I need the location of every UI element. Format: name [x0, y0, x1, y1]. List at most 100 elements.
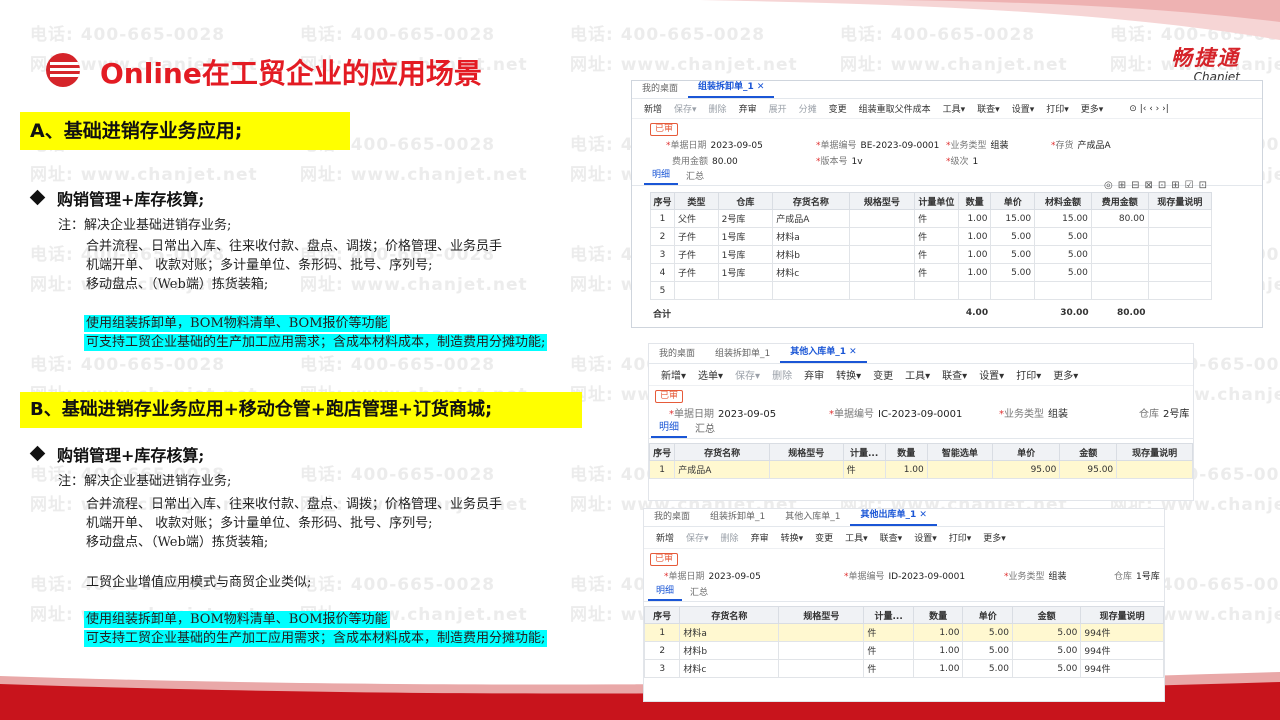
number-field[interactable]: *单据编号 IC-2023-09-0001	[829, 405, 999, 420]
tab-detail[interactable]: 明细	[644, 167, 679, 185]
tab-other-inbound[interactable]: 其他入库单_1	[775, 509, 850, 526]
section-b-line: 移动盘点、（Web端）拣货装箱;	[86, 535, 269, 550]
close-icon[interactable]: ✕	[919, 510, 927, 520]
date-field[interactable]: *单据日期 2023-09-05	[664, 569, 844, 582]
table-row[interactable]: 5	[650, 281, 1213, 300]
table-row[interactable]: 1 产成品A 件 1.00 95.00 95.00	[649, 460, 1193, 479]
more-menu[interactable]: 更多▾	[1075, 102, 1110, 115]
col-header: 仓库	[717, 192, 774, 210]
table-row[interactable]: 1 材料a 件 1.00 5.00 5.00 994件	[644, 623, 1164, 642]
tab-other-outbound[interactable]: 其他出库单_1 ✕	[850, 509, 937, 526]
tab-other-inbound[interactable]: 其他入库单_1 ✕	[780, 344, 867, 363]
level-field[interactable]: *级次 1	[946, 154, 978, 167]
tab-summary[interactable]: 汇总	[682, 585, 716, 601]
delete-button[interactable]: 删除	[703, 102, 733, 115]
col-header: 序号	[649, 443, 676, 461]
table-row[interactable]: 1 父件 2号库 产成品A 件 1.00 15.00 15.00 80.00	[650, 209, 1213, 228]
section-b-line: 合并流程、日常出入库、往来收付款、盘点、调拨；价格管理、业务员手	[86, 497, 503, 512]
table-row[interactable]: 4 子件 1号库 材料c 件 1.00 5.00 5.00	[650, 263, 1213, 282]
save-button[interactable]: 保存▾	[668, 102, 703, 115]
unapprove-button[interactable]: 弃审	[798, 367, 830, 382]
convert-menu[interactable]: 转换▾	[830, 367, 867, 382]
convert-menu[interactable]: 转换▾	[775, 531, 810, 544]
new-button[interactable]: 新增	[638, 102, 668, 115]
close-icon[interactable]: ✕	[757, 82, 765, 92]
tab-summary[interactable]: 汇总	[678, 169, 712, 185]
table-row[interactable]: 3 材料c 件 1.00 5.00 5.00 994件	[644, 659, 1164, 678]
query-menu[interactable]: 联查▾	[971, 102, 1006, 115]
select-menu[interactable]: 选单▾	[692, 367, 729, 382]
tab-assembly-order[interactable]: 组装拆卸单_1	[700, 509, 775, 526]
tab-assembly-order[interactable]: 组装拆卸单_1 ✕	[688, 81, 775, 98]
detail-tabs: 明细 汇总	[649, 421, 1193, 439]
print-menu[interactable]: 打印▾	[943, 531, 978, 544]
settings-menu[interactable]: 设置▾	[908, 531, 943, 544]
tab-desktop[interactable]: 我的桌面	[644, 509, 700, 526]
tools-menu[interactable]: 工具▾	[839, 531, 874, 544]
section-a-line: 机端开单、 收款对账；多计量单位、条形码、批号、序列号;	[86, 258, 433, 273]
section-a-highlight: 可支持工贸企业基础的生产加工应用需求；含成本材料成本，制造费用分摊功能;	[84, 334, 548, 351]
date-field[interactable]: *单据日期 2023-09-05	[669, 405, 829, 420]
business-type-field[interactable]: *业务类型 组装	[1004, 569, 1114, 582]
expand-button[interactable]: 展开	[763, 102, 793, 115]
grid-tool-icons[interactable]: ◎⊞⊟⊠⊡⊞☑⊡	[1104, 180, 1212, 191]
change-button[interactable]: 变更	[823, 102, 853, 115]
change-button[interactable]: 变更	[809, 531, 839, 544]
brand-name-cn: 畅捷通	[1171, 46, 1240, 70]
new-menu[interactable]: 新增▾	[655, 367, 692, 382]
tab-detail[interactable]: 明细	[648, 583, 683, 601]
version-field[interactable]: *版本号 1v	[816, 154, 946, 167]
table-row[interactable]: 2 材料b 件 1.00 5.00 5.00 994件	[644, 641, 1164, 660]
tools-menu[interactable]: 工具▾	[899, 367, 936, 382]
unapprove-button[interactable]: 弃审	[733, 102, 763, 115]
col-header: 计量...	[863, 606, 914, 624]
change-button[interactable]: 变更	[867, 367, 899, 382]
form-row: 费用金额 80.00 *版本号 1v *级次 1	[632, 152, 1262, 168]
warehouse-field[interactable]: 仓库 2号库	[1139, 405, 1189, 420]
assembly-order-window: 我的桌面 组装拆卸单_1 ✕ 新增 保存▾ 删除 弃审 展开 分摊 变更 组装重…	[631, 80, 1263, 328]
col-header: 计量单位	[914, 192, 959, 210]
close-icon[interactable]: ✕	[849, 347, 857, 357]
number-field[interactable]: *单据编号 BE-2023-09-0001	[816, 138, 946, 151]
section-b-highlight: 使用组装拆卸单，BOM物料清单、BOM报价等功能	[84, 611, 390, 628]
settings-menu[interactable]: 设置▾	[1006, 102, 1041, 115]
inventory-field[interactable]: *存货 产成品A	[1051, 138, 1111, 151]
tools-menu[interactable]: 工具▾	[937, 102, 972, 115]
col-header: 数量	[957, 192, 992, 210]
save-button[interactable]: 保存▾	[680, 531, 715, 544]
col-header: 现存量说明	[1080, 606, 1164, 624]
print-menu[interactable]: 打印▾	[1010, 367, 1047, 382]
save-button[interactable]: 保存▾	[729, 367, 766, 382]
business-type-field[interactable]: *业务类型 组装	[946, 138, 1051, 151]
fee-field[interactable]: 费用金额 80.00	[672, 154, 816, 167]
query-menu[interactable]: 联查▾	[936, 367, 973, 382]
more-menu[interactable]: 更多▾	[1047, 367, 1084, 382]
tab-detail[interactable]: 明细	[651, 420, 687, 438]
section-a-line: 合并流程、日常出入库、往来收付款、盘点、调拨；价格管理、业务员手	[86, 239, 503, 254]
table-row[interactable]: 2 子件 1号库 材料a 件 1.00 5.00 5.00	[650, 227, 1213, 246]
tab-assembly-order[interactable]: 组装拆卸单_1	[705, 346, 780, 363]
tab-summary[interactable]: 汇总	[687, 422, 723, 438]
nav-icons[interactable]: ⊙ |‹ ‹ › ›|	[1123, 104, 1174, 114]
more-menu[interactable]: 更多▾	[977, 531, 1012, 544]
allocate-button[interactable]: 分摊	[793, 102, 823, 115]
other-outbound-window: 我的桌面 组装拆卸单_1 其他入库单_1 其他出库单_1 ✕ 新增 保存▾ 删除…	[643, 508, 1165, 702]
new-button[interactable]: 新增	[650, 531, 680, 544]
table-row[interactable]: 3 子件 1号库 材料b 件 1.00 5.00 5.00	[650, 245, 1213, 264]
number-field[interactable]: *单据编号 ID-2023-09-0001	[844, 569, 1004, 582]
business-type-field[interactable]: *业务类型 组装	[999, 405, 1139, 420]
detail-table: 序号 类型 仓库 存货名称 规格型号 计量单位 数量 单价 材料金额 费用金额 …	[650, 192, 1213, 300]
query-menu[interactable]: 联查▾	[874, 531, 909, 544]
settings-menu[interactable]: 设置▾	[973, 367, 1010, 382]
delete-button[interactable]: 删除	[766, 367, 798, 382]
delete-button[interactable]: 删除	[715, 531, 745, 544]
date-field[interactable]: *单据日期 2023-09-05	[666, 138, 816, 151]
total-row-wrap: 合计 4.00 30.00 80.00	[632, 304, 1262, 322]
tab-bar: 我的桌面 组装拆卸单_1 其他入库单_1 其他出库单_1 ✕	[644, 509, 1164, 527]
warehouse-field[interactable]: 仓库 1号库	[1114, 569, 1160, 582]
unapprove-button[interactable]: 弃审	[745, 531, 775, 544]
tab-desktop[interactable]: 我的桌面	[632, 81, 688, 98]
refetch-cost-button[interactable]: 组装重取父件成本	[853, 102, 937, 115]
print-menu[interactable]: 打印▾	[1040, 102, 1075, 115]
tab-desktop[interactable]: 我的桌面	[649, 346, 705, 363]
